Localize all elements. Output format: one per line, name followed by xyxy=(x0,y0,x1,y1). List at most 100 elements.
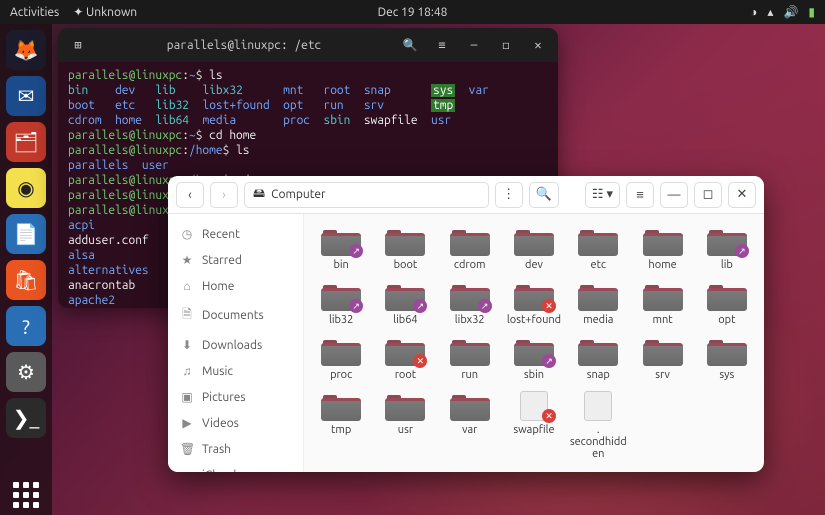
terminal-search-button[interactable]: 🔍 xyxy=(398,33,422,57)
files-maximize-button[interactable]: ◻ xyxy=(694,182,722,208)
folder-item[interactable]: sys xyxy=(696,334,758,383)
folder-item[interactable]: boot xyxy=(374,224,436,273)
folder-icon xyxy=(707,281,747,311)
item-label: run xyxy=(461,369,478,381)
show-apps-button[interactable] xyxy=(6,475,46,515)
folder-item[interactable]: tmp xyxy=(310,389,372,462)
files-grid[interactable]: binbootcdromdevetchomelib lib32lib64 libx3… xyxy=(304,214,764,472)
folder-item[interactable]: sbin xyxy=(503,334,565,383)
files-window: ‹ › 🖴 Computer ⋮ 🔍 ☷ ▾ ≡ — ◻ ✕ ◷Recent★S… xyxy=(168,176,764,472)
folder-item[interactable]: swapfile xyxy=(503,389,565,462)
folder-icon xyxy=(514,336,554,366)
folder-item[interactable]: opt xyxy=(696,279,758,328)
folder-icon xyxy=(450,391,490,421)
dock-firefox-icon[interactable]: 🦊 xyxy=(6,30,46,70)
notification-icon[interactable]: ◑ xyxy=(750,5,757,19)
terminal-minimize-button[interactable]: — xyxy=(462,33,486,57)
sidebar-icon: ☁ xyxy=(180,468,194,472)
folder-icon xyxy=(321,391,361,421)
sidebar-item-trash[interactable]: 🗑Trash xyxy=(172,437,299,461)
folder-item[interactable]: lib xyxy=(696,224,758,273)
terminal-menu-button[interactable]: ≡ xyxy=(430,33,454,57)
sidebar-item-home[interactable]: ⌂Home xyxy=(172,274,299,298)
sidebar-icon: 🗎 xyxy=(180,305,194,326)
network-icon[interactable]: ▴ xyxy=(767,5,773,19)
dock-libreoffice-icon[interactable]: 📄 xyxy=(6,214,46,254)
files-minimize-button[interactable]: — xyxy=(660,182,688,208)
icon-view-button[interactable]: ☷ ▾ xyxy=(585,182,620,208)
files-close-button[interactable]: ✕ xyxy=(728,182,756,208)
new-tab-button[interactable]: ⊞ xyxy=(66,33,90,57)
item-label: var xyxy=(462,424,477,436)
folder-item[interactable]: etc xyxy=(567,224,629,273)
folder-item[interactable]: snap xyxy=(567,334,629,383)
dock-help-icon[interactable]: ? xyxy=(6,306,46,346)
folder-item[interactable]: lost+found xyxy=(503,279,565,328)
folder-item[interactable]: lib64 xyxy=(374,279,436,328)
folder-item[interactable]: cdrom xyxy=(439,224,501,273)
folder-item[interactable]: var xyxy=(439,389,501,462)
sidebar-item-downloads[interactable]: ⬇Downloads xyxy=(172,333,299,357)
folder-item[interactable]: srv xyxy=(631,334,693,383)
clock[interactable]: Dec 19 18:48 xyxy=(378,6,448,19)
dock-settings-icon[interactable]: ⚙ xyxy=(6,352,46,392)
folder-item[interactable]: lib32 xyxy=(310,279,372,328)
restricted-badge-icon xyxy=(413,354,427,368)
dock-rhythmbox-icon[interactable]: ◉ xyxy=(6,168,46,208)
terminal-close-button[interactable]: ✕ xyxy=(526,33,550,57)
sidebar-item-documents[interactable]: 🗎 Documents xyxy=(172,300,299,331)
symlink-badge-icon xyxy=(478,299,492,313)
view-options-button[interactable]: ⋮ xyxy=(495,182,523,208)
folder-icon xyxy=(450,281,490,311)
folder-item[interactable]: root xyxy=(374,334,436,383)
ls-output-line: boot etc lib32 lost+found opt run srv tm… xyxy=(68,98,548,113)
item-label: libx32 xyxy=(455,314,485,326)
sidebar-icon: 🗑 xyxy=(180,442,194,456)
dock: 🦊 ✉ 🗂 ◉ 📄 🛍 ? ⚙ ❯_ xyxy=(0,24,52,515)
sidebar-item-recent[interactable]: ◷Recent xyxy=(172,222,299,246)
terminal-titlebar[interactable]: ⊞ parallels@linuxpc: /etc 🔍 ≡ — ◻ ✕ xyxy=(58,28,558,62)
terminal-maximize-button[interactable]: ◻ xyxy=(494,33,518,57)
search-button[interactable]: 🔍 xyxy=(529,182,559,208)
folder-item[interactable]: run xyxy=(439,334,501,383)
sidebar-icon: ◷ xyxy=(180,227,194,241)
terminal-title: parallels@linuxpc: /etc xyxy=(98,38,390,53)
folder-item[interactable]: usr xyxy=(374,389,436,462)
dock-software-icon[interactable]: 🛍 xyxy=(6,260,46,300)
folder-icon xyxy=(450,336,490,366)
folder-item[interactable]: mnt xyxy=(631,279,693,328)
folder-item[interactable]: proc xyxy=(310,334,372,383)
folder-icon xyxy=(321,226,361,256)
sidebar-item-starred[interactable]: ★Starred xyxy=(172,248,299,272)
location-bar[interactable]: 🖴 Computer xyxy=(244,182,489,208)
sidebar-label: Documents xyxy=(202,309,264,322)
dock-terminal-icon[interactable]: ❯_ xyxy=(6,398,46,438)
folder-icon xyxy=(514,281,554,311)
folder-item[interactable]: libx32 xyxy=(439,279,501,328)
sound-icon[interactable]: 🔊 xyxy=(783,5,798,19)
symlink-badge-icon xyxy=(542,354,556,368)
sidebar-icon: ▶ xyxy=(180,416,194,430)
item-label: usr xyxy=(398,424,413,436)
battery-icon[interactable]: ▮ xyxy=(808,5,815,19)
sidebar-item-pictures[interactable]: ▣Pictures xyxy=(172,385,299,409)
folder-item[interactable]: dev xyxy=(503,224,565,273)
sidebar-item-icloud[interactable]: ☁iCloud xyxy=(172,463,299,472)
sidebar-label: Music xyxy=(202,365,233,378)
appmenu-button[interactable]: ✦ Unknown xyxy=(73,5,137,19)
forward-button[interactable]: › xyxy=(210,182,238,208)
dock-files-icon[interactable]: 🗂 xyxy=(6,122,46,162)
hamburger-menu-button[interactable]: ≡ xyxy=(626,182,654,208)
sidebar-icon: ⬇ xyxy=(180,338,194,352)
folder-item[interactable]: media xyxy=(567,279,629,328)
folder-icon xyxy=(321,336,361,366)
back-button[interactable]: ‹ xyxy=(176,182,204,208)
activities-button[interactable]: Activities xyxy=(10,6,59,19)
item-label: root xyxy=(395,369,416,381)
folder-item[interactable]: . secondhidden xyxy=(567,389,629,462)
sidebar-item-music[interactable]: ♫Music xyxy=(172,359,299,383)
sidebar-item-videos[interactable]: ▶Videos xyxy=(172,411,299,435)
dock-thunderbird-icon[interactable]: ✉ xyxy=(6,76,46,116)
folder-item[interactable]: home xyxy=(631,224,693,273)
folder-item[interactable]: bin xyxy=(310,224,372,273)
